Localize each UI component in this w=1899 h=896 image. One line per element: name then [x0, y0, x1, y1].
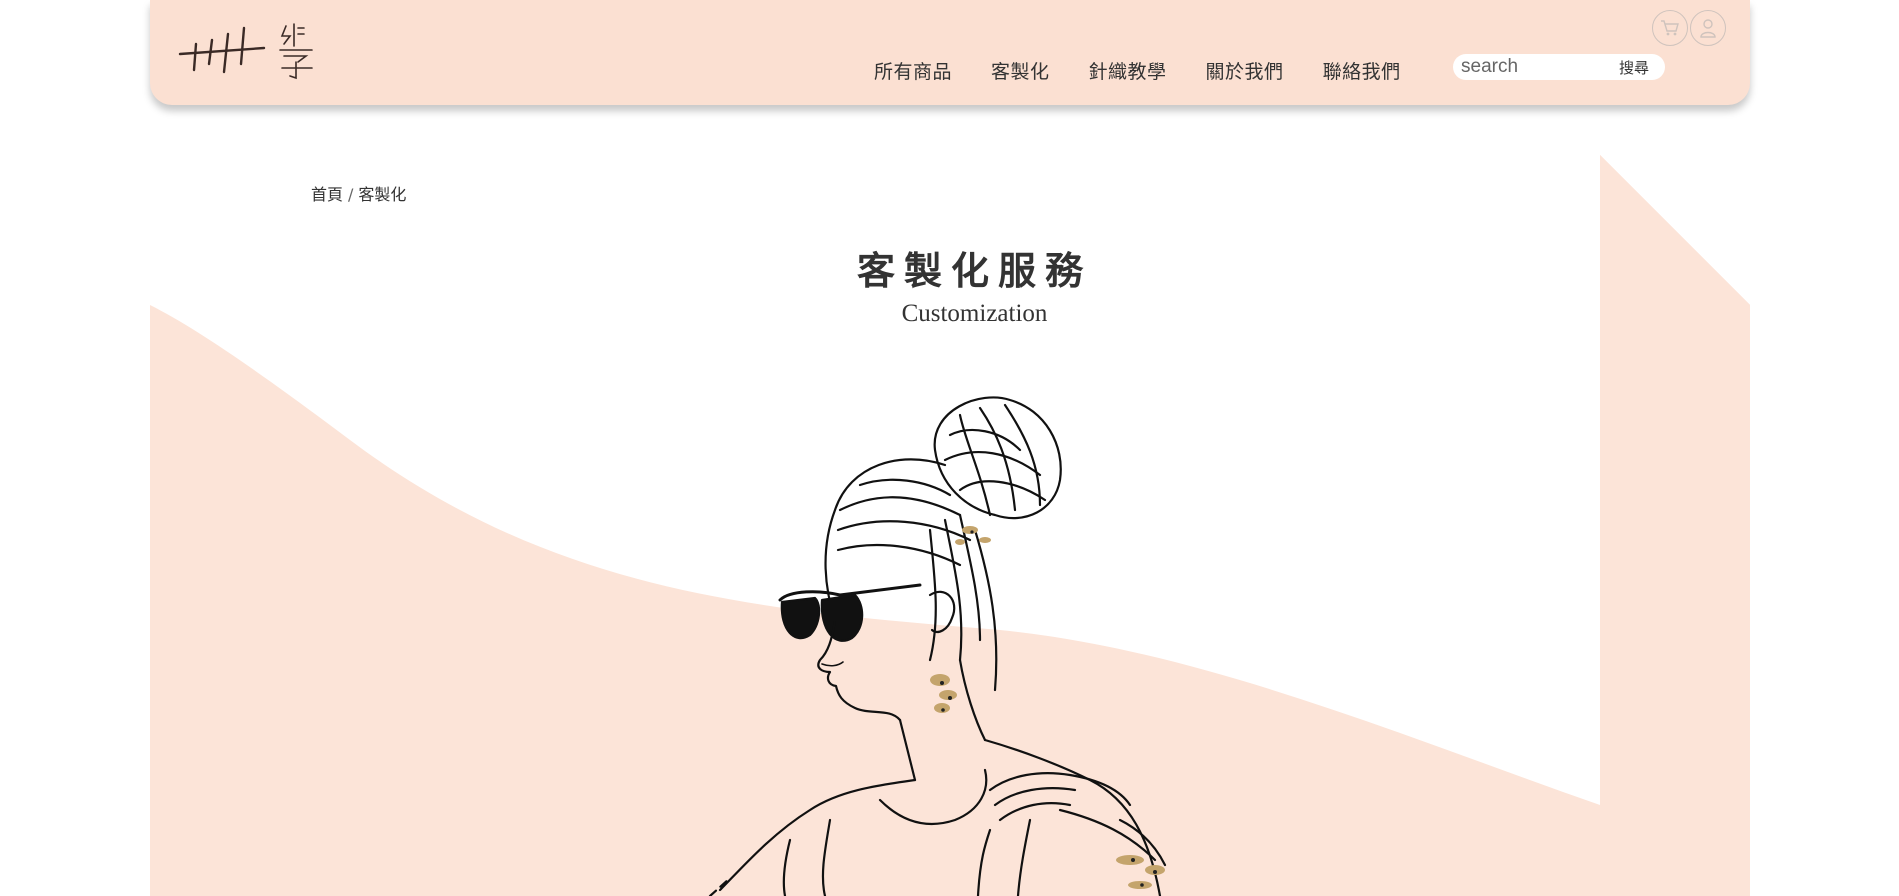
breadcrumb-current: 客製化	[358, 185, 407, 204]
site-header: 所有商品 客製化 針織教學 關於我們 聯絡我們 搜尋	[150, 0, 1750, 105]
woman-illustration	[708, 396, 1167, 896]
breadcrumb-separator: /	[348, 185, 354, 204]
cart-icon	[1661, 20, 1679, 36]
page: 所有商品 客製化 針織教學 關於我們 聯絡我們 搜尋 首頁/客製化 客製化服務 …	[0, 0, 1899, 896]
logo-mark-icon	[178, 23, 313, 80]
user-icon	[1700, 19, 1716, 38]
search-button[interactable]: 搜尋	[1619, 57, 1649, 78]
nav-item-about-us[interactable]: 關於我們	[1206, 57, 1284, 84]
breadcrumb: 首頁 / 客製化	[311, 181, 406, 205]
search-box: 搜尋	[1453, 54, 1665, 80]
page-title: 客製化服務	[856, 249, 1092, 293]
nav-item-all-products[interactable]: 所有商品	[874, 57, 952, 84]
breadcrumb-home-link[interactable]: 首頁	[311, 185, 343, 204]
cart-button[interactable]	[1652, 10, 1688, 46]
header-icons	[1652, 10, 1726, 46]
main-nav: 所有商品 客製化 針織教學 關於我們 聯絡我們	[874, 57, 1440, 84]
site-logo[interactable]	[178, 12, 318, 82]
page-subtitle: Customization	[901, 300, 1048, 327]
search-input[interactable]	[1461, 56, 1611, 78]
user-button[interactable]	[1690, 10, 1726, 46]
nav-item-knitting-tutorial[interactable]: 針織教學	[1089, 57, 1167, 84]
nav-item-customization[interactable]: 客製化	[991, 57, 1050, 84]
nav-item-contact-us[interactable]: 聯絡我們	[1323, 57, 1401, 84]
